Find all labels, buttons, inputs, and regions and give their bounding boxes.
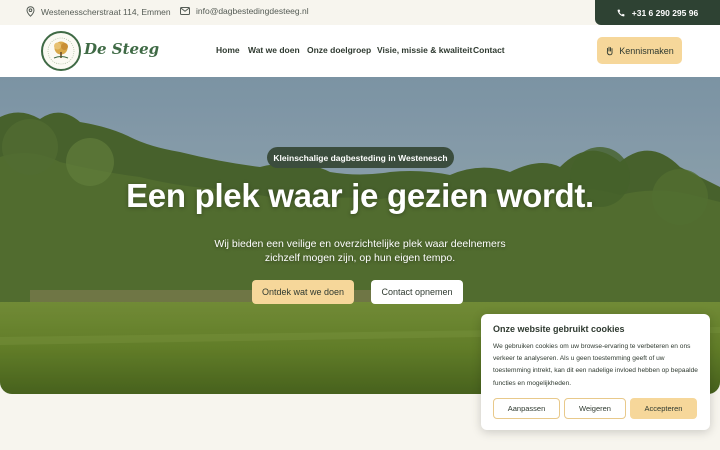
brand-name[interactable]: De Steeg [84, 40, 159, 58]
top-bar: Westenesscherstraat 114, Emmen info@dagb… [0, 0, 720, 25]
main-navigation: De Steeg Home Wat we doen Onze doelgroep… [0, 25, 720, 77]
logo-emblem[interactable] [41, 31, 81, 71]
discover-button[interactable]: Ontdek wat we doen [252, 280, 354, 304]
contact-button[interactable]: Contact opnemen [371, 280, 463, 304]
location-badge: Kleinschalige dagbesteding in Westenesch [267, 147, 454, 168]
hero-subtitle: Wij bieden een veilige en overzichtelijk… [214, 238, 506, 264]
cookie-title: Onze website gebruikt cookies [493, 324, 625, 334]
nav-visie-missie-kwaliteit[interactable]: Visie, missie & kwaliteit [377, 45, 472, 55]
location-pin-icon [26, 6, 35, 17]
phone-link[interactable]: +31 6 290 295 96 [595, 0, 720, 25]
address-text: Westenesscherstraat 114, Emmen [41, 6, 171, 17]
phone-text: +31 6 290 295 96 [631, 7, 699, 18]
nav-home[interactable]: Home [216, 45, 240, 55]
address-link[interactable]: Westenesscherstraat 114, Emmen [26, 6, 171, 17]
email-link[interactable]: info@dagbestedingdesteeg.nl [180, 6, 309, 16]
cookie-accept-button[interactable]: Accepteren [630, 398, 697, 419]
nav-onze-doelgroep[interactable]: Onze doelgroep [307, 45, 371, 55]
mail-icon [180, 7, 190, 15]
tree-logo-icon [47, 37, 75, 65]
nav-wat-we-doen[interactable]: Wat we doen [248, 45, 300, 55]
kennismaken-button[interactable]: Kennismaken [597, 37, 682, 64]
phone-icon [617, 9, 625, 16]
cookie-deny-button[interactable]: Weigeren [564, 398, 626, 419]
email-text: info@dagbestedingdesteeg.nl [196, 6, 309, 16]
cookie-text: We gebruiken cookies om uw browse-ervari… [493, 343, 698, 387]
cookie-adjust-button[interactable]: Aanpassen [493, 398, 560, 419]
nav-contact[interactable]: Contact [473, 45, 505, 55]
hero-title: Een plek waar je gezien wordt. [126, 177, 594, 214]
hand-wave-icon [607, 46, 613, 55]
kennismaken-label: Kennismaken [619, 45, 674, 56]
cookie-banner: Onze website gebruikt cookies We gebruik… [481, 314, 710, 430]
